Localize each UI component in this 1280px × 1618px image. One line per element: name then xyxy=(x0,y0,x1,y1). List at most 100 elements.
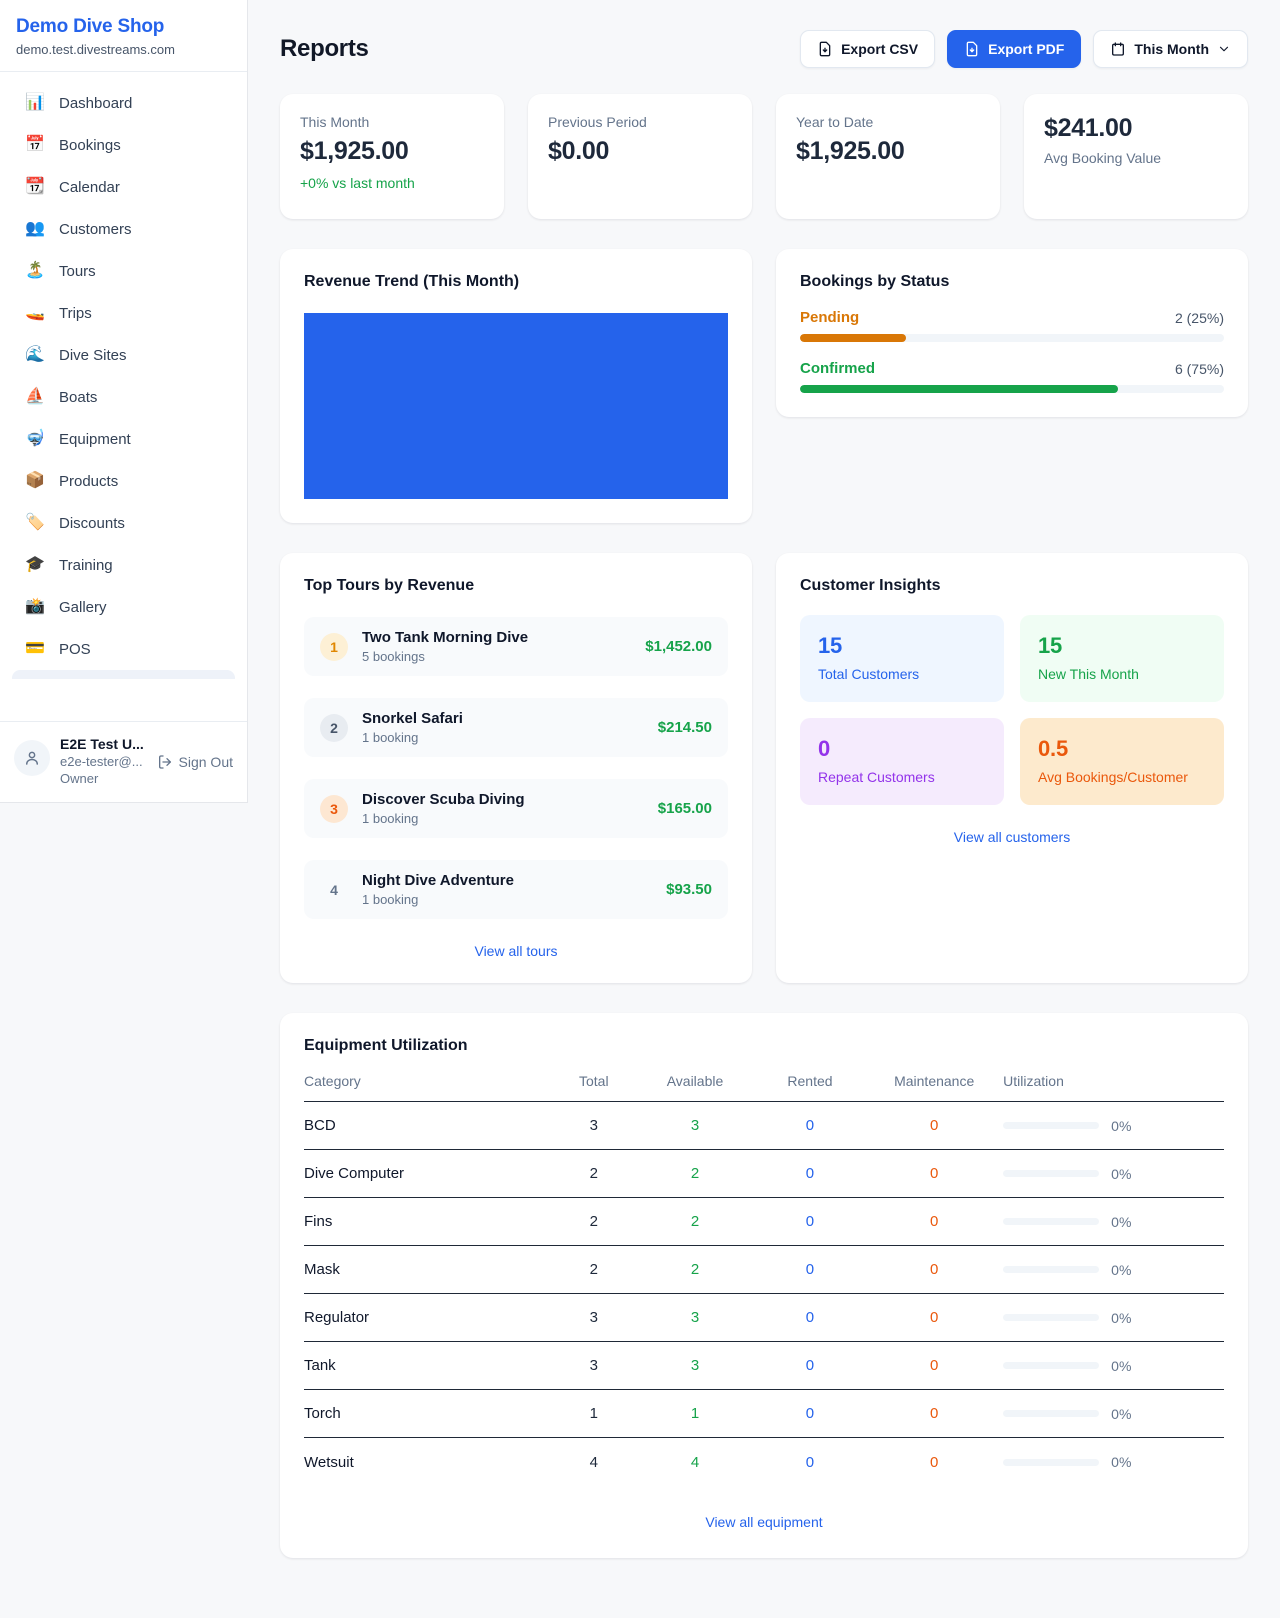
chevron-down-icon xyxy=(1217,42,1231,56)
bookings-by-status-panel: Bookings by Status Pending 2 (25%) Confi… xyxy=(776,249,1248,417)
panel-title: Revenue Trend (This Month) xyxy=(304,273,728,291)
table-row: Fins 2 2 0 0 0% xyxy=(304,1198,1224,1246)
stat-label: Avg Booking Value xyxy=(1044,150,1228,166)
view-all-customers-link[interactable]: View all customers xyxy=(800,829,1224,845)
equipment-maintenance: 0 xyxy=(865,1117,1003,1134)
equipment-total: 1 xyxy=(552,1405,635,1422)
stat-value: $1,925.00 xyxy=(300,137,484,166)
equipment-rented: 0 xyxy=(755,1405,865,1422)
export-csv-button[interactable]: Export CSV xyxy=(800,30,935,68)
header-actions: Export CSV Export PDF This Month xyxy=(800,30,1248,68)
tile-label: Total Customers xyxy=(818,666,986,682)
utilization-bar xyxy=(1003,1459,1099,1466)
sidebar-item-trips[interactable]: 🚤 Trips xyxy=(12,292,235,334)
view-all-equipment-link[interactable]: View all equipment xyxy=(304,1514,1224,1530)
rank-badge: 4 xyxy=(320,876,348,904)
view-all-tours-link[interactable]: View all tours xyxy=(304,943,728,959)
status-label: Confirmed xyxy=(800,360,875,377)
panel-title: Customer Insights xyxy=(800,577,1224,595)
sidebar-item-label: POS xyxy=(59,641,91,658)
column-header: Maintenance xyxy=(865,1073,1003,1101)
equipment-rented: 0 xyxy=(755,1309,865,1326)
sidebar-item-label: Customers xyxy=(59,221,132,238)
sidebar-item-tours[interactable]: 🏝️ Tours xyxy=(12,250,235,292)
tile-value: 15 xyxy=(818,633,986,659)
package-icon: 📦 xyxy=(24,473,46,489)
sailboat-icon: ⛵ xyxy=(24,389,46,405)
sidebar-item-discounts[interactable]: 🏷️ Discounts xyxy=(12,502,235,544)
tour-row: 2 Snorkel Safari 1 booking $214.50 xyxy=(304,698,728,757)
stat-card-this-month: This Month $1,925.00 +0% vs last month xyxy=(280,94,504,219)
equipment-rented: 0 xyxy=(755,1454,865,1471)
revenue-trend-chart xyxy=(304,313,728,499)
stat-card-year-to-date: Year to Date $1,925.00 xyxy=(776,94,1000,219)
progress-track xyxy=(800,385,1224,393)
sidebar-item-bookings[interactable]: 📅 Bookings xyxy=(12,124,235,166)
export-pdf-button[interactable]: Export PDF xyxy=(947,30,1081,68)
shop-domain: demo.test.divestreams.com xyxy=(16,42,231,57)
utilization-bar xyxy=(1003,1410,1099,1417)
progress-fill xyxy=(800,334,906,342)
sidebar-item-dive-sites[interactable]: 🌊 Dive Sites xyxy=(12,334,235,376)
insight-tile-repeat-customers: 0 Repeat Customers xyxy=(800,718,1004,805)
tour-revenue: $165.00 xyxy=(658,800,712,817)
sidebar-item-label: Bookings xyxy=(59,137,121,154)
main-content: Reports Export CSV Export PDF This Month… xyxy=(248,0,1280,1618)
sidebar-item-products[interactable]: 📦 Products xyxy=(12,460,235,502)
tour-row: 1 Two Tank Morning Dive 5 bookings $1,45… xyxy=(304,617,728,676)
utilization-bar xyxy=(1003,1266,1099,1273)
user-name: E2E Test U... xyxy=(60,736,147,752)
status-count: 6 (75%) xyxy=(1175,361,1224,377)
status-row-pending: Pending 2 (25%) xyxy=(800,309,1224,342)
sidebar-item-calendar[interactable]: 📆 Calendar xyxy=(12,166,235,208)
utilization-bar xyxy=(1003,1122,1099,1129)
charts-row: Revenue Trend (This Month) Bookings by S… xyxy=(280,249,1248,523)
equipment-maintenance: 0 xyxy=(865,1357,1003,1374)
sidebar-item-label: Dashboard xyxy=(59,95,132,112)
equipment-total: 2 xyxy=(552,1213,635,1230)
rank-badge: 3 xyxy=(320,795,348,823)
sidebar-item-pos[interactable]: 💳 POS xyxy=(12,628,235,670)
sidebar-user-section: E2E Test U... e2e-tester@... Owner Sign … xyxy=(0,721,247,802)
stat-value: $1,925.00 xyxy=(796,137,980,166)
equipment-category: Mask xyxy=(304,1261,552,1278)
rank-badge: 1 xyxy=(320,633,348,661)
sidebar-item-reports-partial[interactable] xyxy=(12,670,235,679)
period-dropdown[interactable]: This Month xyxy=(1093,30,1248,68)
stat-value: $0.00 xyxy=(548,137,732,166)
utilization-percent: 0% xyxy=(1111,1406,1131,1422)
sign-out-button[interactable]: Sign Out xyxy=(157,754,233,770)
stat-card-previous-period: Previous Period $0.00 xyxy=(528,94,752,219)
insight-tile-avg-bookings: 0.5 Avg Bookings/Customer xyxy=(1020,718,1224,805)
sidebar-item-gallery[interactable]: 📸 Gallery xyxy=(12,586,235,628)
tour-name: Discover Scuba Diving xyxy=(362,791,644,808)
utilization-bar xyxy=(1003,1362,1099,1369)
utilization-percent: 0% xyxy=(1111,1166,1131,1182)
table-header: Category Total Available Rented Maintena… xyxy=(304,1073,1224,1102)
utilization-percent: 0% xyxy=(1111,1214,1131,1230)
equipment-category: Dive Computer xyxy=(304,1165,552,1182)
equipment-category: BCD xyxy=(304,1117,552,1134)
equipment-maintenance: 0 xyxy=(865,1165,1003,1182)
revenue-trend-panel: Revenue Trend (This Month) xyxy=(280,249,752,523)
table-row: Dive Computer 2 2 0 0 0% xyxy=(304,1150,1224,1198)
panel-title: Bookings by Status xyxy=(800,273,1224,291)
tile-value: 0 xyxy=(818,736,986,762)
panel-title: Equipment Utilization xyxy=(304,1037,1224,1055)
sidebar-item-dashboard[interactable]: 📊 Dashboard xyxy=(12,82,235,124)
equipment-available: 3 xyxy=(635,1357,755,1374)
sidebar-item-boats[interactable]: ⛵ Boats xyxy=(12,376,235,418)
table-row: Torch 1 1 0 0 0% xyxy=(304,1390,1224,1438)
mid-row: Top Tours by Revenue 1 Two Tank Morning … xyxy=(280,553,1248,983)
equipment-utilization: 0% xyxy=(1003,1214,1224,1230)
tile-label: Repeat Customers xyxy=(818,769,986,785)
sidebar-item-customers[interactable]: 👥 Customers xyxy=(12,208,235,250)
stat-value: $241.00 xyxy=(1044,114,1228,143)
sidebar-item-training[interactable]: 🎓 Training xyxy=(12,544,235,586)
sidebar-item-label: Calendar xyxy=(59,179,120,196)
panel-title: Top Tours by Revenue xyxy=(304,577,728,595)
sidebar-item-equipment[interactable]: 🤿 Equipment xyxy=(12,418,235,460)
top-tours-panel: Top Tours by Revenue 1 Two Tank Morning … xyxy=(280,553,752,983)
equipment-available: 4 xyxy=(635,1454,755,1471)
insight-tile-total-customers: 15 Total Customers xyxy=(800,615,1004,702)
